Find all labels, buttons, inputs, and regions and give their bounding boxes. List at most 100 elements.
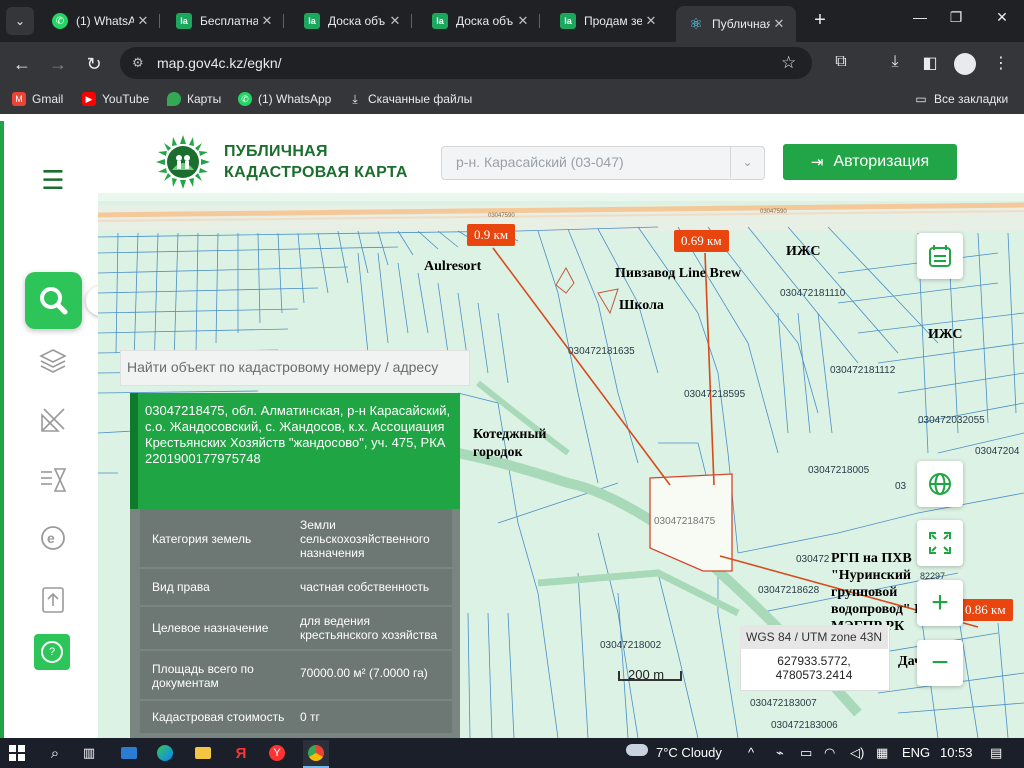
- tab-olx-3[interactable]: la Доска объ ✕: [420, 6, 540, 36]
- chevron-down-icon[interactable]: ⌄: [730, 146, 764, 178]
- login-button[interactable]: ⇥ Авторизация: [783, 144, 957, 180]
- close-icon[interactable]: ✕: [134, 13, 152, 29]
- olx-icon: la: [176, 13, 192, 29]
- search-button[interactable]: [25, 272, 82, 329]
- close-icon[interactable]: ✕: [770, 16, 788, 32]
- distance-badge: 0.69 км: [674, 230, 729, 252]
- forward-icon[interactable]: →: [46, 52, 70, 76]
- parcel-label: 030472032055: [918, 415, 985, 426]
- download-icon: ⤓: [352, 91, 358, 106]
- tab-whatsapp[interactable]: ✆ (1) WhatsA ✕: [40, 6, 160, 36]
- network-icon[interactable]: ▦: [876, 745, 888, 761]
- region-select-value[interactable]: р-н. Карасайский (03-047): [456, 154, 624, 170]
- legend-button[interactable]: [917, 233, 963, 279]
- olx-icon: la: [304, 13, 320, 29]
- tab-title: (1) WhatsA: [76, 14, 134, 28]
- parcel-label: 030472183006: [771, 720, 838, 731]
- volume-icon[interactable]: ◁): [850, 745, 864, 761]
- bookmark-label: YouTube: [102, 92, 150, 106]
- bookmark-maps[interactable]: Карты: [167, 92, 221, 106]
- olx-icon: la: [560, 13, 576, 29]
- tab-olx-2[interactable]: la Доска объ ✕: [292, 6, 412, 36]
- close-window-icon[interactable]: ✕: [990, 9, 1014, 26]
- coordinates-header: WGS 84 / UTM zone 43N: [740, 625, 888, 649]
- notifications-icon[interactable]: ▤: [990, 745, 1002, 761]
- search-box: [120, 350, 470, 386]
- road-label: 03047590: [760, 209, 787, 215]
- tab-search-button[interactable]: ⌄: [6, 7, 34, 35]
- upload-icon[interactable]: [37, 584, 69, 616]
- windows-start-icon[interactable]: [6, 742, 28, 764]
- edge-icon[interactable]: [154, 742, 176, 764]
- mail-icon[interactable]: [118, 742, 140, 764]
- profile-avatar[interactable]: [954, 53, 976, 75]
- bookmark-label: (1) WhatsApp: [258, 92, 332, 106]
- battery-icon[interactable]: ▭: [800, 745, 812, 761]
- poi-label: ИЖС: [928, 327, 963, 342]
- restore-icon[interactable]: ❐: [944, 9, 968, 26]
- youtube-icon: ▶: [82, 92, 96, 106]
- language-indicator[interactable]: ENG: [902, 745, 930, 760]
- tab-active-kadastr[interactable]: ⚛ Публичная ✕: [676, 6, 796, 42]
- close-icon[interactable]: ✕: [386, 13, 404, 29]
- history-list-icon[interactable]: [37, 464, 69, 496]
- extensions-icon[interactable]: ⧉: [830, 53, 852, 71]
- tab-olx-1[interactable]: la Бесплатна ✕: [164, 6, 284, 36]
- bookmark-gmail[interactable]: M Gmail: [12, 92, 63, 106]
- fullscreen-button[interactable]: [917, 520, 963, 566]
- all-bookmarks[interactable]: ▭ Все закладки: [914, 92, 1008, 106]
- bookmark-downloads[interactable]: ⤓ Скачанные файлы: [348, 91, 472, 107]
- minimize-icon[interactable]: —: [908, 9, 932, 25]
- zoom-in-button[interactable]: +: [917, 580, 963, 626]
- reload-icon[interactable]: ↻: [82, 52, 106, 76]
- weather-label[interactable]: 7°C Cloudy: [656, 745, 722, 760]
- close-icon[interactable]: ✕: [514, 13, 532, 29]
- layers-icon[interactable]: [37, 344, 69, 376]
- tab-olx-4[interactable]: la Продам зе ✕: [548, 6, 668, 36]
- task-view-icon[interactable]: ▥: [78, 742, 100, 764]
- tray-chevron-icon[interactable]: ^: [748, 745, 754, 760]
- hamburger-menu-icon[interactable]: ☰: [37, 164, 69, 196]
- search-icon[interactable]: ⌕: [44, 742, 66, 764]
- download-icon[interactable]: ⤓: [884, 53, 906, 71]
- side-panel-icon[interactable]: ◧: [919, 53, 941, 73]
- yandex-browser-icon[interactable]: Y: [266, 742, 288, 764]
- globe-icon: [929, 473, 951, 495]
- poi-label: Aulresort: [424, 259, 482, 274]
- measure-icon[interactable]: [37, 404, 69, 436]
- help-button[interactable]: ?: [34, 634, 70, 670]
- brand-line-1: ПУБЛИЧНАЯ: [224, 143, 328, 160]
- bookmark-youtube[interactable]: ▶ YouTube: [82, 92, 149, 106]
- new-tab-button[interactable]: +: [808, 8, 832, 32]
- bookmark-label: Карты: [187, 92, 222, 106]
- chrome-icon[interactable]: [303, 740, 329, 768]
- bookmark-whatsapp[interactable]: ✆ (1) WhatsApp: [238, 92, 331, 106]
- search-input[interactable]: [121, 351, 469, 383]
- zoom-out-button[interactable]: −: [917, 640, 963, 686]
- clock[interactable]: 10:53: [940, 745, 973, 760]
- close-icon[interactable]: ✕: [642, 13, 660, 29]
- login-icon: ⇥: [810, 154, 824, 171]
- egov-icon[interactable]: e: [37, 522, 69, 554]
- usb-icon[interactable]: ⌁: [776, 745, 784, 761]
- wifi-icon[interactable]: ◠: [824, 745, 835, 761]
- close-icon[interactable]: ✕: [258, 13, 276, 29]
- url-text[interactable]: map.gov4c.kz/egkn/: [157, 55, 282, 71]
- plus-icon: +: [931, 586, 949, 619]
- menu-dots-icon[interactable]: ⋮: [990, 53, 1012, 73]
- coordinate-y: 4780573.2414: [775, 668, 853, 682]
- legend-list-icon: [929, 245, 951, 267]
- selected-parcel-label: 03047218475: [654, 516, 716, 527]
- file-explorer-icon[interactable]: [192, 742, 214, 764]
- yandex-icon[interactable]: Я: [230, 742, 252, 764]
- site-info-icon[interactable]: ⚙: [132, 55, 144, 71]
- back-icon[interactable]: ←: [10, 52, 34, 76]
- whatsapp-icon: ✆: [238, 92, 252, 106]
- parcel-label: 03: [895, 481, 907, 492]
- parcel-label: 030472181635: [568, 346, 635, 357]
- bookmark-star-icon[interactable]: ☆: [781, 53, 796, 73]
- globe-button[interactable]: [917, 461, 963, 507]
- react-icon: ⚛: [689, 16, 703, 33]
- weather-icon[interactable]: [626, 744, 648, 759]
- attr-value: Земли сельскохозяйственного назначения: [300, 518, 430, 560]
